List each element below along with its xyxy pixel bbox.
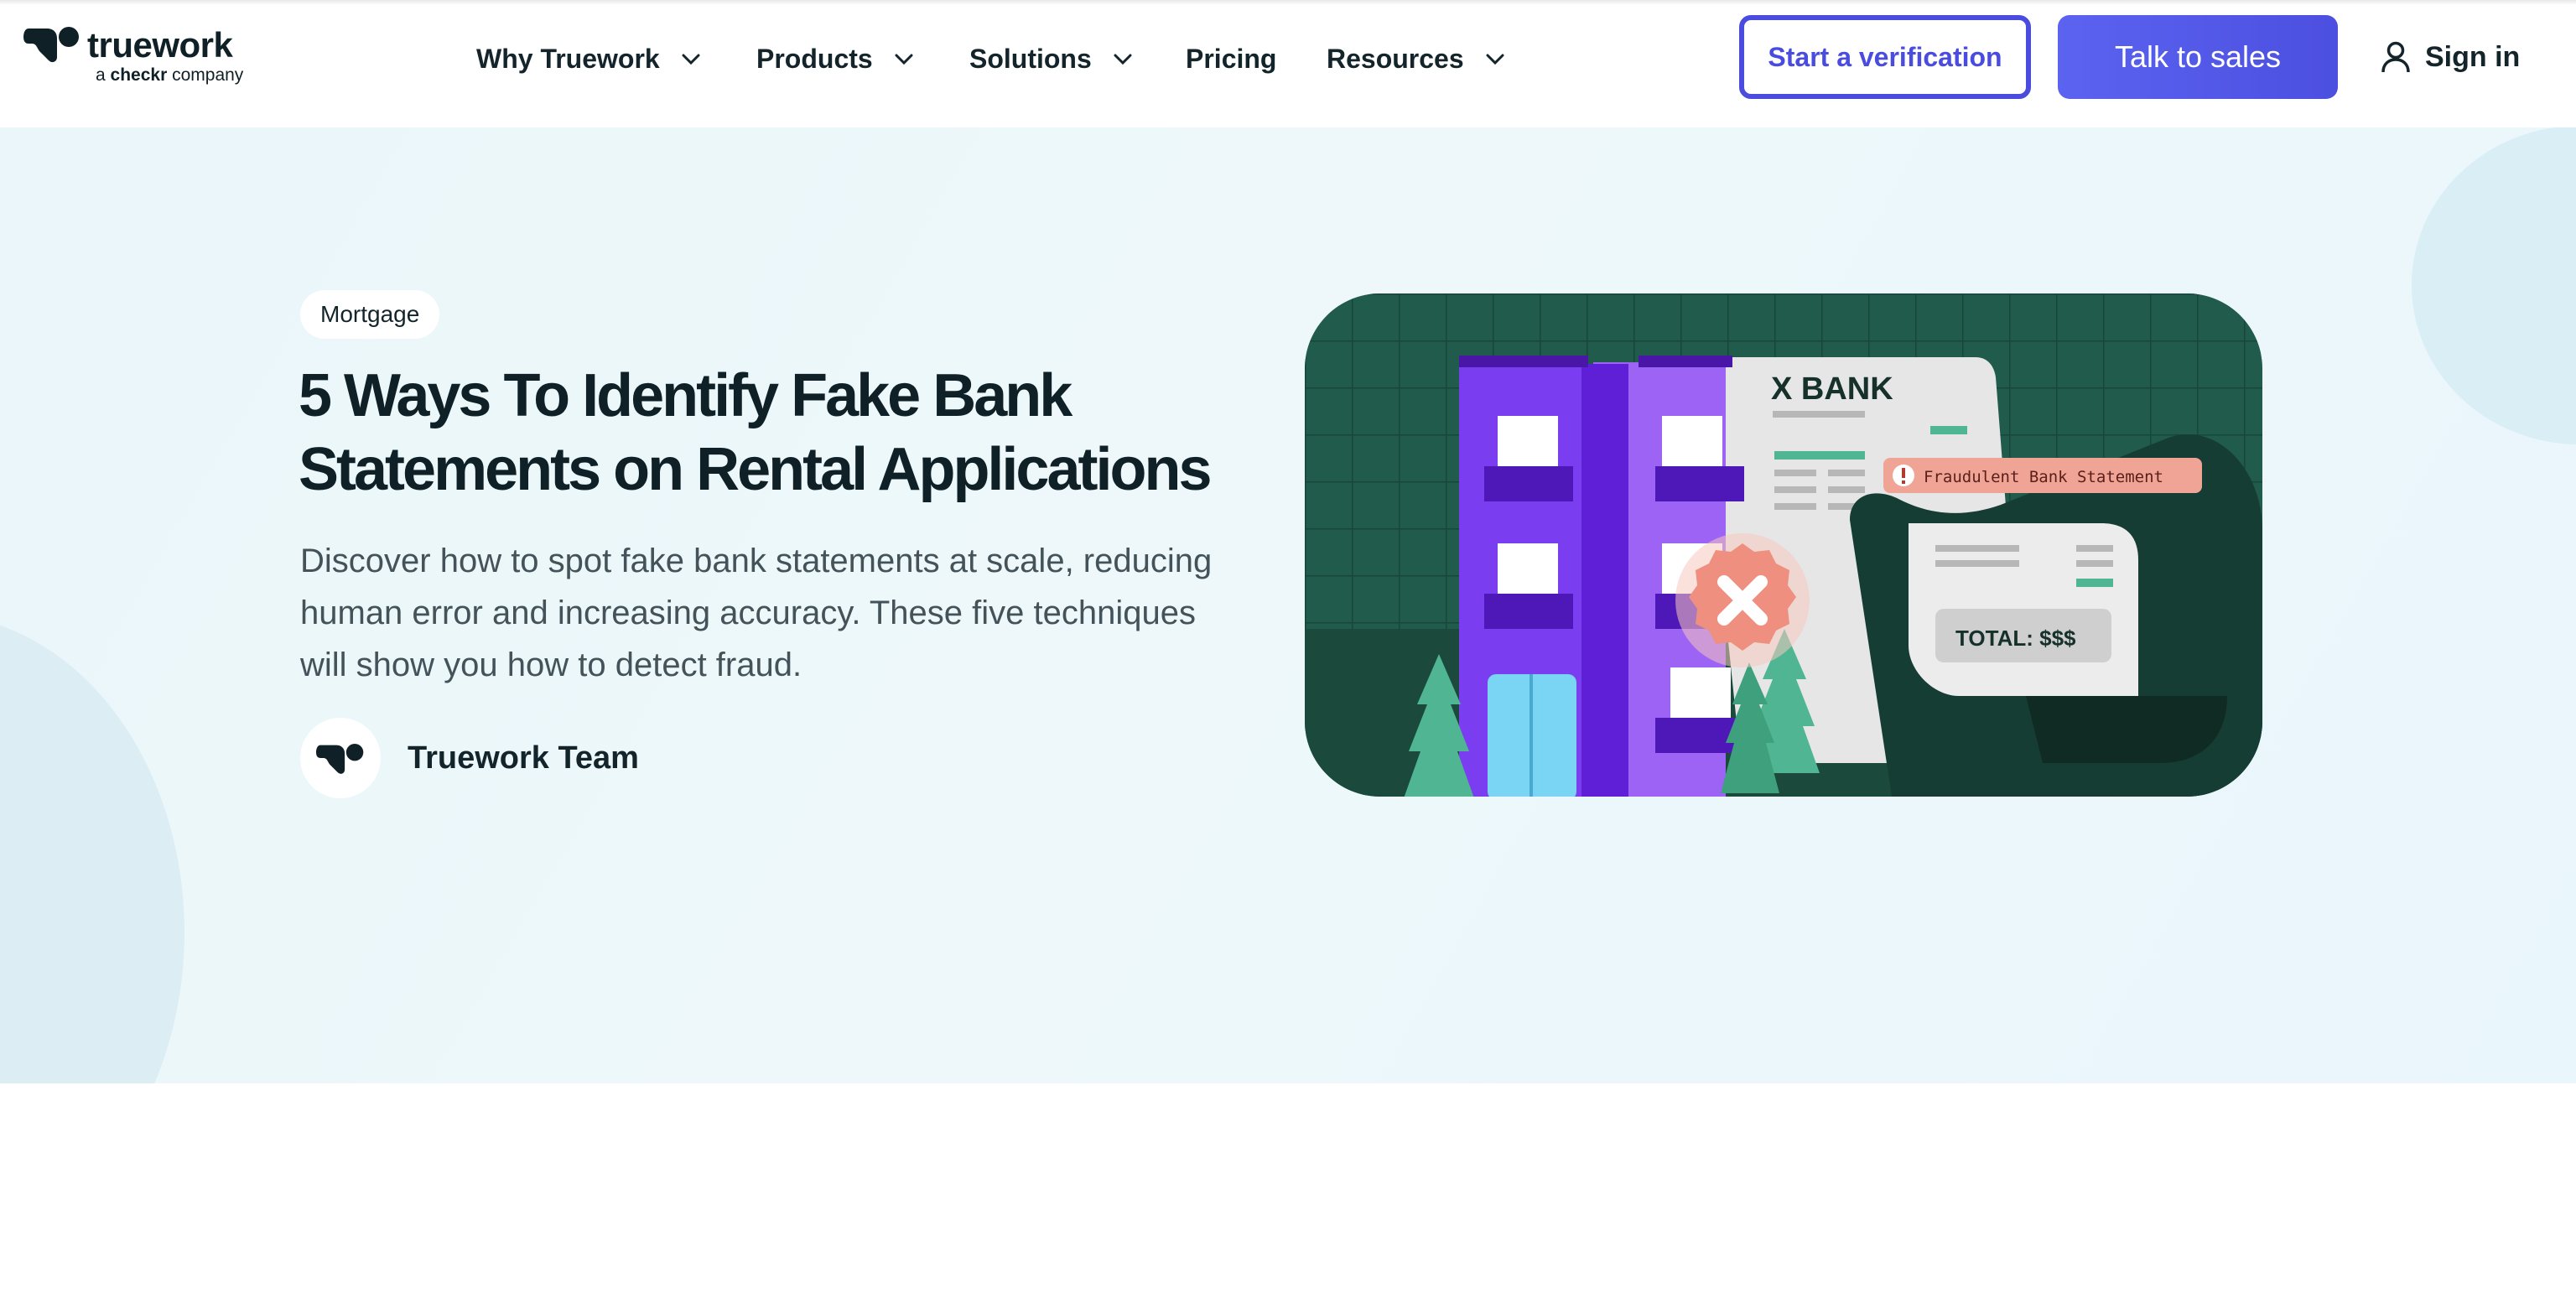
truework-logo-icon xyxy=(23,27,79,63)
author-block: Truework Team xyxy=(300,718,639,798)
talk-to-sales-button[interactable]: Talk to sales xyxy=(2058,15,2338,99)
hero-section: Mortgage 5 Ways To Identify Fake Bank St… xyxy=(0,127,2576,1083)
user-icon xyxy=(2381,41,2410,73)
hero-illustration: X BANK TOTAL: $$$ Fraudulent Bank Statem… xyxy=(1305,293,2262,797)
alert-icon xyxy=(1902,468,1905,478)
article-description: Discover how to spot fake bank statement… xyxy=(300,543,1213,683)
sign-in-label: Sign in xyxy=(2425,40,2521,73)
top-shadow xyxy=(0,0,2576,5)
nav-label: Pricing xyxy=(1186,43,1277,74)
site-header: truework a checkr company Why Truework P… xyxy=(0,0,2576,127)
avatar xyxy=(300,718,381,798)
nav-products[interactable]: Products xyxy=(756,37,915,80)
chevron-down-icon xyxy=(682,54,700,65)
chevron-down-icon xyxy=(1114,54,1132,65)
chevron-down-icon xyxy=(895,54,913,65)
total-text: TOTAL: $$$ xyxy=(1955,626,2076,651)
nav-label: Resources xyxy=(1327,43,1464,74)
logo-sub-suffix: company xyxy=(172,65,244,85)
nav-label: Why Truework xyxy=(476,43,660,74)
logo-sub-prefix: a xyxy=(96,65,106,85)
truework-logo-icon xyxy=(316,743,364,774)
truework-logo[interactable]: truework a checkr company xyxy=(23,23,250,91)
nav-label: Solutions xyxy=(969,43,1092,74)
start-verification-button[interactable]: Start a verification xyxy=(1739,15,2031,99)
logo-subtitle: a checkr company xyxy=(96,65,243,86)
bank-name: X BANK xyxy=(1771,371,1893,407)
illustration-svg: X BANK TOTAL: $$$ Fraudulent Bank Statem… xyxy=(1305,293,2262,797)
author-name: Truework Team xyxy=(408,740,639,776)
nav-label: Products xyxy=(756,43,873,74)
nav-resources[interactable]: Resources xyxy=(1327,37,1506,80)
sign-in-link[interactable]: Sign in xyxy=(2380,34,2520,80)
nav-solutions[interactable]: Solutions xyxy=(969,37,1134,80)
decorative-blob xyxy=(0,614,184,1083)
fraud-alert-badge: Fraudulent Bank Statement xyxy=(1883,458,2202,493)
decorative-blob xyxy=(2412,127,2576,444)
article-title: 5 Ways To Identify Fake Bank Statements … xyxy=(299,362,1213,503)
alert-text: Fraudulent Bank Statement xyxy=(1924,468,2163,486)
nav-why-truework[interactable]: Why Truework xyxy=(476,37,702,80)
chevron-down-icon xyxy=(1486,54,1504,65)
logo-wordmark: truework xyxy=(87,25,233,65)
nav-pricing[interactable]: Pricing xyxy=(1186,37,1276,80)
x-badge-icon xyxy=(1675,533,1810,667)
category-tag[interactable]: Mortgage xyxy=(300,290,440,339)
logo-sub-brand: checkr xyxy=(110,65,168,85)
